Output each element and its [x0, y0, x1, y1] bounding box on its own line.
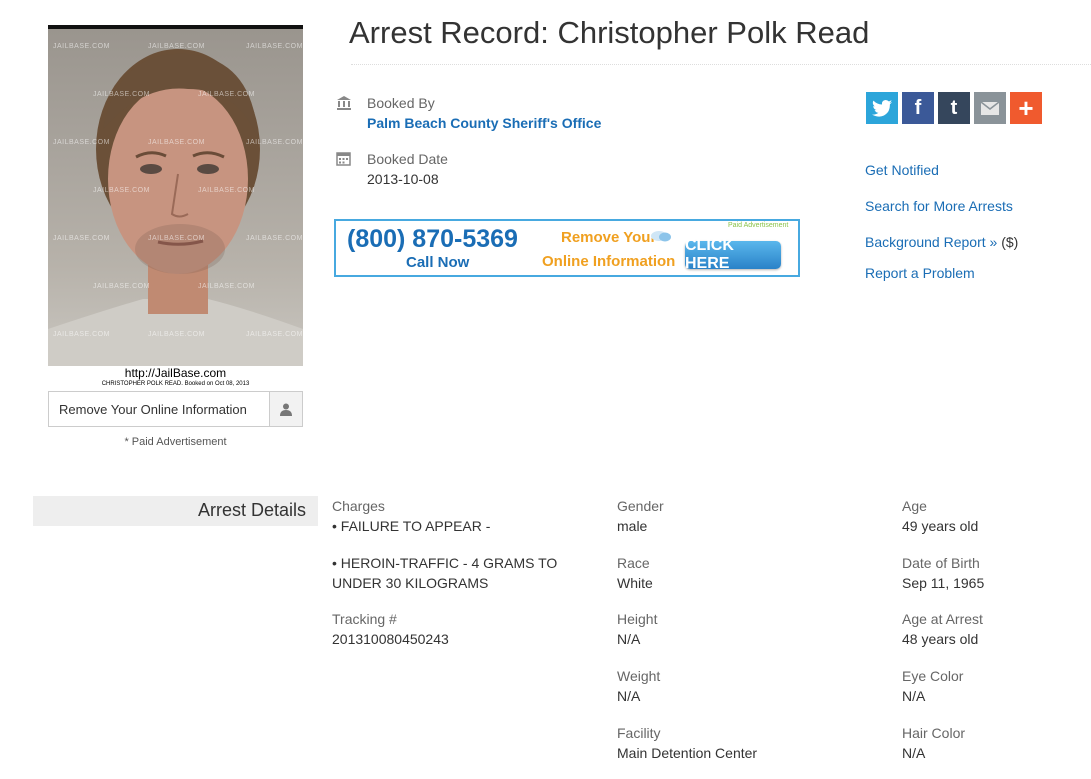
watermark-text: JAILBASE.COM	[198, 187, 255, 194]
arrest-details-heading: Arrest Details	[197, 500, 306, 520]
background-report-link[interactable]: Background Report » ($)	[865, 234, 1018, 250]
charge-item: • HEROIN-TRAFFIC - 4 GRAMS TO	[332, 555, 558, 571]
watermark-text: JAILBASE.COM	[93, 91, 150, 98]
age-at-arrest-value: 48 years old	[902, 631, 979, 647]
user-icon[interactable]	[269, 392, 302, 426]
bank-icon	[336, 95, 352, 116]
facility-value: Main Detention Center	[617, 745, 758, 761]
hair-color-label: Hair Color	[902, 725, 966, 741]
watermark-text: JAILBASE.COM	[53, 235, 110, 242]
age-label: Age	[902, 498, 927, 514]
paid-ad-note: * Paid Advertisement	[124, 436, 227, 448]
tracking-value: 201310080450243	[332, 631, 449, 647]
twitter-icon[interactable]	[866, 92, 898, 124]
charge-item-continued: UNDER 30 KILOGRAMS	[332, 575, 489, 591]
charges-label: Charges	[332, 498, 385, 514]
background-report-label[interactable]: Background Report »	[865, 234, 997, 250]
watermark-text: JAILBASE.COM	[53, 43, 110, 50]
age-at-arrest-label: Age at Arrest	[902, 611, 983, 627]
ad-click-here-button[interactable]: CLICK HERE	[685, 237, 781, 272]
dob-label: Date of Birth	[902, 555, 980, 571]
height-value: N/A	[617, 631, 641, 647]
search-more-arrests-link[interactable]: Search for More Arrests	[865, 198, 1013, 214]
booked-by-link[interactable]: Palm Beach County Sheriff's Office	[367, 115, 601, 131]
weight-label: Weight	[617, 668, 661, 684]
watermark-text: JAILBASE.COM	[53, 139, 110, 146]
title-divider	[351, 64, 1091, 65]
ad-online-info: Online Information	[542, 253, 676, 270]
eye-color-label: Eye Color	[902, 668, 964, 684]
tracking-label: Tracking #	[332, 611, 397, 627]
watermark-text: JAILBASE.COM	[198, 91, 255, 98]
dob-value: Sep 11, 1965	[902, 575, 985, 591]
remove-info-label: Remove Your Online Information	[59, 401, 247, 417]
remove-info-button[interactable]: Remove Your Online Information	[48, 391, 303, 427]
watermark-text: JAILBASE.COM	[246, 139, 303, 146]
facebook-icon[interactable]: f	[902, 92, 934, 124]
watermark-text: JAILBASE.COM	[198, 283, 255, 290]
height-label: Height	[617, 611, 658, 627]
email-icon[interactable]	[974, 92, 1006, 124]
mugshot-photo: JAILBASE.COM JAILBASE.COM JAILBASE.COM J…	[48, 25, 303, 366]
watermark-text: JAILBASE.COM	[53, 331, 110, 338]
background-report-price: ($)	[1001, 234, 1019, 250]
ad-banner[interactable]: (800) 870-5369 Call Now Remove Your Onli…	[334, 219, 800, 277]
gender-value: male	[617, 518, 648, 534]
race-label: Race	[617, 555, 650, 571]
watermark-text: JAILBASE.COM	[148, 139, 205, 146]
mugshot-caption: CHRISTOPHER POLK READ. Booked on Oct 08,…	[101, 381, 250, 387]
hair-color-value: N/A	[902, 745, 926, 761]
booked-date-label: Booked Date	[367, 151, 448, 167]
charge-item: • FAILURE TO APPEAR -	[332, 518, 491, 534]
page-title: Arrest Record: Christopher Polk Read	[349, 15, 870, 50]
watermark-text: JAILBASE.COM	[246, 43, 303, 50]
mugshot-url: http://JailBase.com	[124, 366, 227, 380]
mugshot-figure	[48, 49, 303, 366]
more-share-icon[interactable]: +	[1010, 92, 1042, 124]
ad-call-now: Call Now	[406, 254, 470, 271]
watermark-text: JAILBASE.COM	[148, 43, 205, 50]
tumblr-icon[interactable]: t	[938, 92, 970, 124]
booked-by-label: Booked By	[367, 95, 435, 111]
chat-bubble-icon	[650, 230, 672, 249]
social-share-bar: f t +	[866, 92, 1042, 124]
report-problem-link[interactable]: Report a Problem	[865, 265, 975, 281]
age-value: 49 years old	[902, 518, 979, 534]
booked-date-value: 2013-10-08	[367, 171, 439, 187]
eye-color-value: N/A	[902, 688, 926, 704]
watermark-text: JAILBASE.COM	[148, 235, 205, 242]
arrest-details-heading-bar: Arrest Details	[33, 496, 318, 526]
get-notified-link[interactable]: Get Notified	[865, 162, 939, 178]
watermark-text: JAILBASE.COM	[93, 283, 150, 290]
watermark-text: JAILBASE.COM	[93, 187, 150, 194]
watermark-text: JAILBASE.COM	[246, 235, 303, 242]
ad-phone: (800) 870-5369	[347, 225, 518, 253]
weight-value: N/A	[617, 688, 641, 704]
gender-label: Gender	[617, 498, 664, 514]
ad-remove-your: Remove Your	[561, 229, 657, 246]
ad-paid-label: Paid Advertisement	[728, 222, 789, 229]
facility-label: Facility	[617, 725, 661, 741]
watermark-text: JAILBASE.COM	[246, 331, 303, 338]
calendar-icon	[336, 151, 351, 171]
race-value: White	[617, 575, 653, 591]
watermark-text: JAILBASE.COM	[148, 331, 205, 338]
